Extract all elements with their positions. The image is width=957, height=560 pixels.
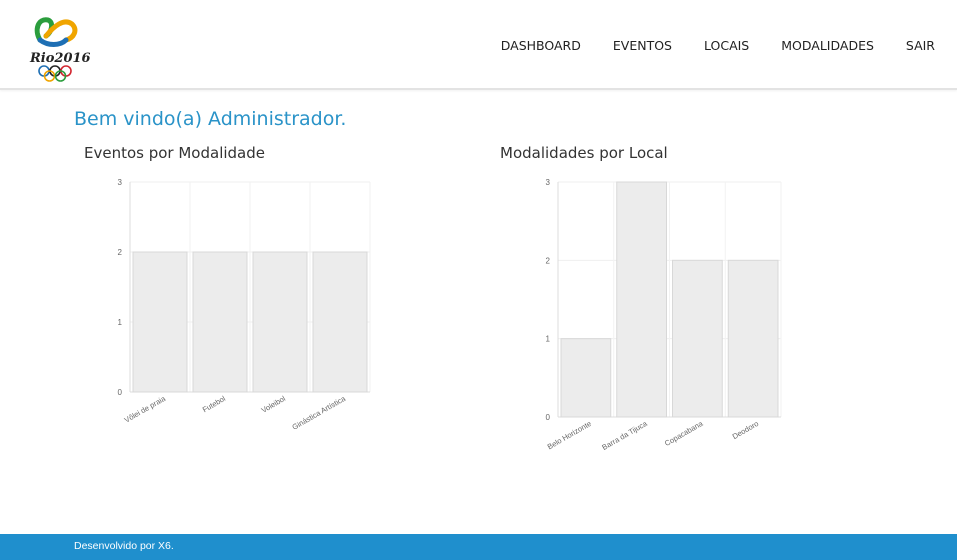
chart-title-modalidades: Modalidades por Local [500,144,668,162]
x-category-label: Futebol [201,394,227,414]
bar [616,181,667,418]
nav-eventos[interactable]: EVENTOS [613,38,672,53]
y-tick-label: 2 [546,256,551,265]
nav-dashboard[interactable]: DASHBOARD [501,38,581,53]
bar [252,251,308,393]
y-tick-label: 1 [546,335,551,344]
olympic-rings-icon [38,65,72,82]
y-tick-label: 3 [546,178,551,187]
x-category-label: Voleibol [260,394,288,415]
nav-modalidades[interactable]: MODALIDADES [781,38,874,53]
main-nav: DASHBOARD EVENTOS LOCAIS MODALIDADES SAI… [469,38,935,53]
y-tick-label: 0 [118,388,123,397]
nav-locais[interactable]: LOCAIS [704,38,749,53]
x-category-label: Copacabana [663,419,705,448]
bar [192,251,248,393]
chart-title-eventos: Eventos por Modalidade [84,144,265,162]
logo-figure-blue [37,37,69,47]
y-tick-label: 2 [118,248,123,257]
bar [312,251,368,393]
welcome-heading: Bem vindo(a) Administrador. [74,108,347,130]
x-category-label: Vôlei de praia [123,394,168,425]
x-category-label: Belo Horizonte [546,419,593,451]
x-category-label: Deodoro [731,419,760,441]
rio-2016-logo-icon[interactable]: Rio2016 [28,10,90,84]
bar [132,251,188,393]
footer: Desenvolvido por X6. [0,534,957,560]
bar [727,259,779,418]
bar [672,259,723,418]
y-tick-label: 3 [118,178,123,187]
bar [560,338,612,418]
chart-eventos-por-modalidade: 0 1 2 3 Vôlei de praia Futebol Voleibol Ginásti… [118,178,371,432]
nav-sair[interactable]: SAIR [906,38,935,53]
y-tick-label: 1 [118,318,123,327]
chart-modalidades-por-local: 0 1 2 3 Belo Horizonte Barra da Tijuca Copacab… [546,178,782,452]
footer-text: Desenvolvido por X6. [74,540,174,552]
y-tick-label: 0 [546,413,551,422]
x-category-label: Barra da Tijuca [600,419,649,452]
x-category-label: Ginástica Artística [291,394,348,432]
header: Rio2016 DASHBOARD EVENTOS LOCAIS MODALID… [0,0,957,90]
logo-text: Rio2016 [29,51,90,66]
